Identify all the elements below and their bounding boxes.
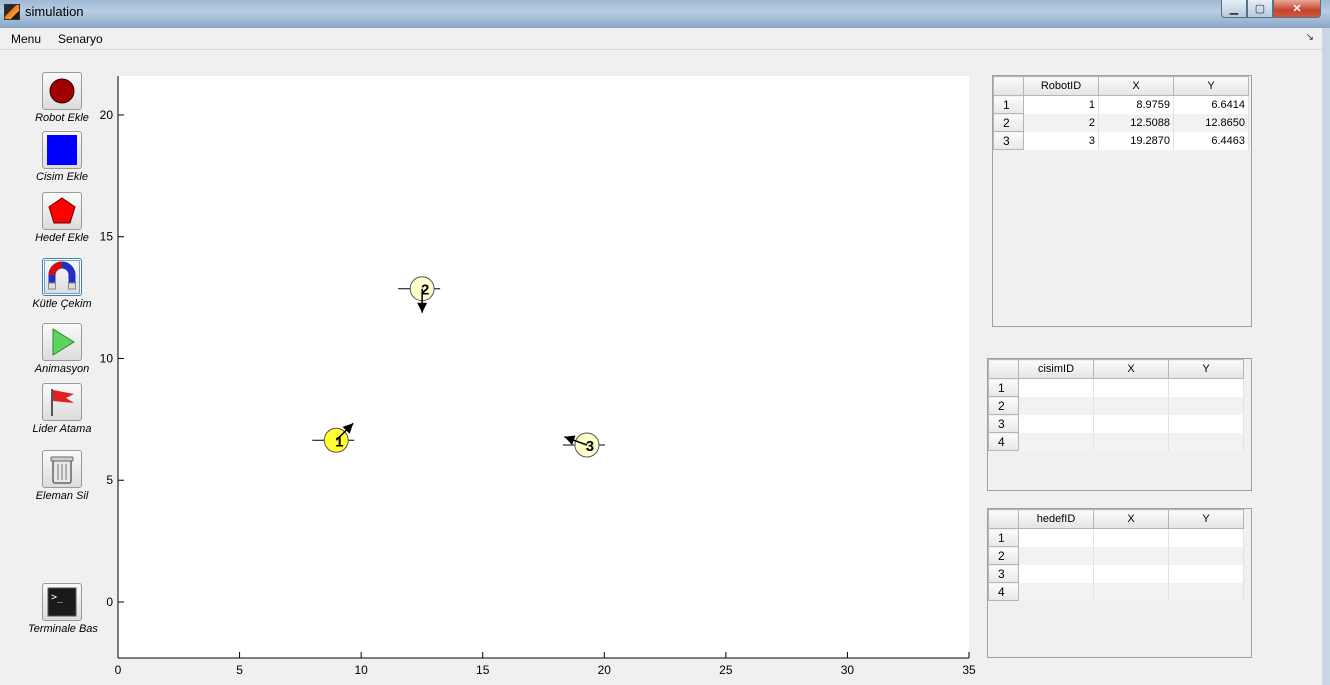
robot-id-label: 3 <box>586 438 594 455</box>
corner-header <box>993 76 1024 96</box>
y-tick-label: 15 <box>100 230 114 244</box>
column-header[interactable]: Y <box>1168 509 1244 529</box>
column-header[interactable]: RobotID <box>1023 76 1099 96</box>
column-header[interactable]: X <box>1098 76 1174 96</box>
row-header: 3 <box>988 564 1019 583</box>
table-cell[interactable]: 6.6414 <box>1173 95 1249 114</box>
row-header: 3 <box>993 131 1024 150</box>
x-tick-label: 35 <box>962 663 976 677</box>
row-header: 1 <box>988 528 1019 547</box>
table-cell[interactable] <box>1093 546 1169 565</box>
table-cell[interactable]: 1 <box>1023 95 1099 114</box>
table-cell[interactable] <box>1018 414 1094 433</box>
table-cell[interactable] <box>1168 432 1244 451</box>
y-tick-label: 20 <box>100 108 114 122</box>
table-cell[interactable]: 6.4463 <box>1173 131 1249 150</box>
row-header: 2 <box>993 113 1024 132</box>
table-cell[interactable]: 19.2870 <box>1098 131 1174 150</box>
table-cell[interactable] <box>1093 528 1169 547</box>
column-header[interactable]: cisimID <box>1018 359 1094 379</box>
table-cell[interactable] <box>1168 564 1244 583</box>
column-header[interactable]: Y <box>1168 359 1244 379</box>
row-header: 2 <box>988 546 1019 565</box>
table-row[interactable]: 3 3 19.2870 6.4463 <box>993 131 1249 150</box>
row-header: 3 <box>988 414 1019 433</box>
table-cell[interactable] <box>1018 378 1094 397</box>
table-row[interactable]: 2 <box>988 396 1244 415</box>
table-cell[interactable] <box>1093 396 1169 415</box>
table-cell[interactable]: 3 <box>1023 131 1099 150</box>
table-cell[interactable] <box>1018 582 1094 601</box>
table-row[interactable]: 4 <box>988 432 1244 451</box>
table-row[interactable]: 3 <box>988 414 1244 433</box>
x-tick-label: 10 <box>354 663 368 677</box>
table-cell[interactable]: 12.8650 <box>1173 113 1249 132</box>
robot-id-label: 1 <box>335 433 343 450</box>
corner-header <box>988 359 1019 379</box>
table-row[interactable]: 1 1 8.9759 6.6414 <box>993 95 1249 114</box>
x-tick-label: 25 <box>719 663 733 677</box>
robot-heading-arrow <box>417 302 428 313</box>
row-header: 4 <box>988 432 1019 451</box>
table-cell[interactable] <box>1168 528 1244 547</box>
x-tick-label: 0 <box>115 663 122 677</box>
column-header[interactable]: X <box>1093 509 1169 529</box>
table-row[interactable]: 2 2 12.5088 12.8650 <box>993 113 1249 132</box>
robot-table[interactable]: RobotID X Y 1 1 8.9759 6.6414 2 2 12.508… <box>992 75 1252 327</box>
table-cell[interactable]: 12.5088 <box>1098 113 1174 132</box>
row-header: 1 <box>988 378 1019 397</box>
table-row[interactable]: 4 <box>988 582 1244 601</box>
table-row[interactable]: 2 <box>988 546 1244 565</box>
x-tick-label: 15 <box>476 663 490 677</box>
table-cell[interactable] <box>1168 396 1244 415</box>
robot-id-label: 2 <box>421 282 429 299</box>
y-tick-label: 10 <box>100 351 114 365</box>
row-header: 4 <box>988 582 1019 601</box>
table-cell[interactable] <box>1018 396 1094 415</box>
table-cell[interactable]: 2 <box>1023 113 1099 132</box>
table-cell[interactable] <box>1018 564 1094 583</box>
table-cell[interactable] <box>1093 432 1169 451</box>
x-tick-label: 30 <box>841 663 855 677</box>
y-tick-label: 0 <box>106 595 113 609</box>
row-header: 2 <box>988 396 1019 415</box>
table-cell[interactable] <box>1093 414 1169 433</box>
cisim-table[interactable]: cisimID X Y 1 2 3 4 <box>987 358 1252 491</box>
x-tick-label: 20 <box>598 663 612 677</box>
corner-header <box>988 509 1019 529</box>
table-cell[interactable] <box>1018 432 1094 451</box>
x-tick-label: 5 <box>236 663 243 677</box>
y-tick-label: 5 <box>106 473 113 487</box>
table-cell[interactable] <box>1093 564 1169 583</box>
table-cell[interactable] <box>1018 546 1094 565</box>
table-row[interactable]: 1 <box>988 528 1244 547</box>
table-cell[interactable] <box>1093 378 1169 397</box>
hedef-table[interactable]: hedefID X Y 1 2 3 4 <box>987 508 1252 658</box>
table-cell[interactable] <box>1168 414 1244 433</box>
table-cell[interactable] <box>1168 582 1244 601</box>
table-row[interactable]: 1 <box>988 378 1244 397</box>
table-cell[interactable] <box>1168 378 1244 397</box>
row-header: 1 <box>993 95 1024 114</box>
column-header[interactable]: X <box>1093 359 1169 379</box>
table-cell[interactable] <box>1168 546 1244 565</box>
table-row[interactable]: 3 <box>988 564 1244 583</box>
table-cell[interactable]: 8.9759 <box>1098 95 1174 114</box>
table-cell[interactable] <box>1093 582 1169 601</box>
table-cell[interactable] <box>1018 528 1094 547</box>
column-header[interactable]: Y <box>1173 76 1249 96</box>
column-header[interactable]: hedefID <box>1018 509 1094 529</box>
